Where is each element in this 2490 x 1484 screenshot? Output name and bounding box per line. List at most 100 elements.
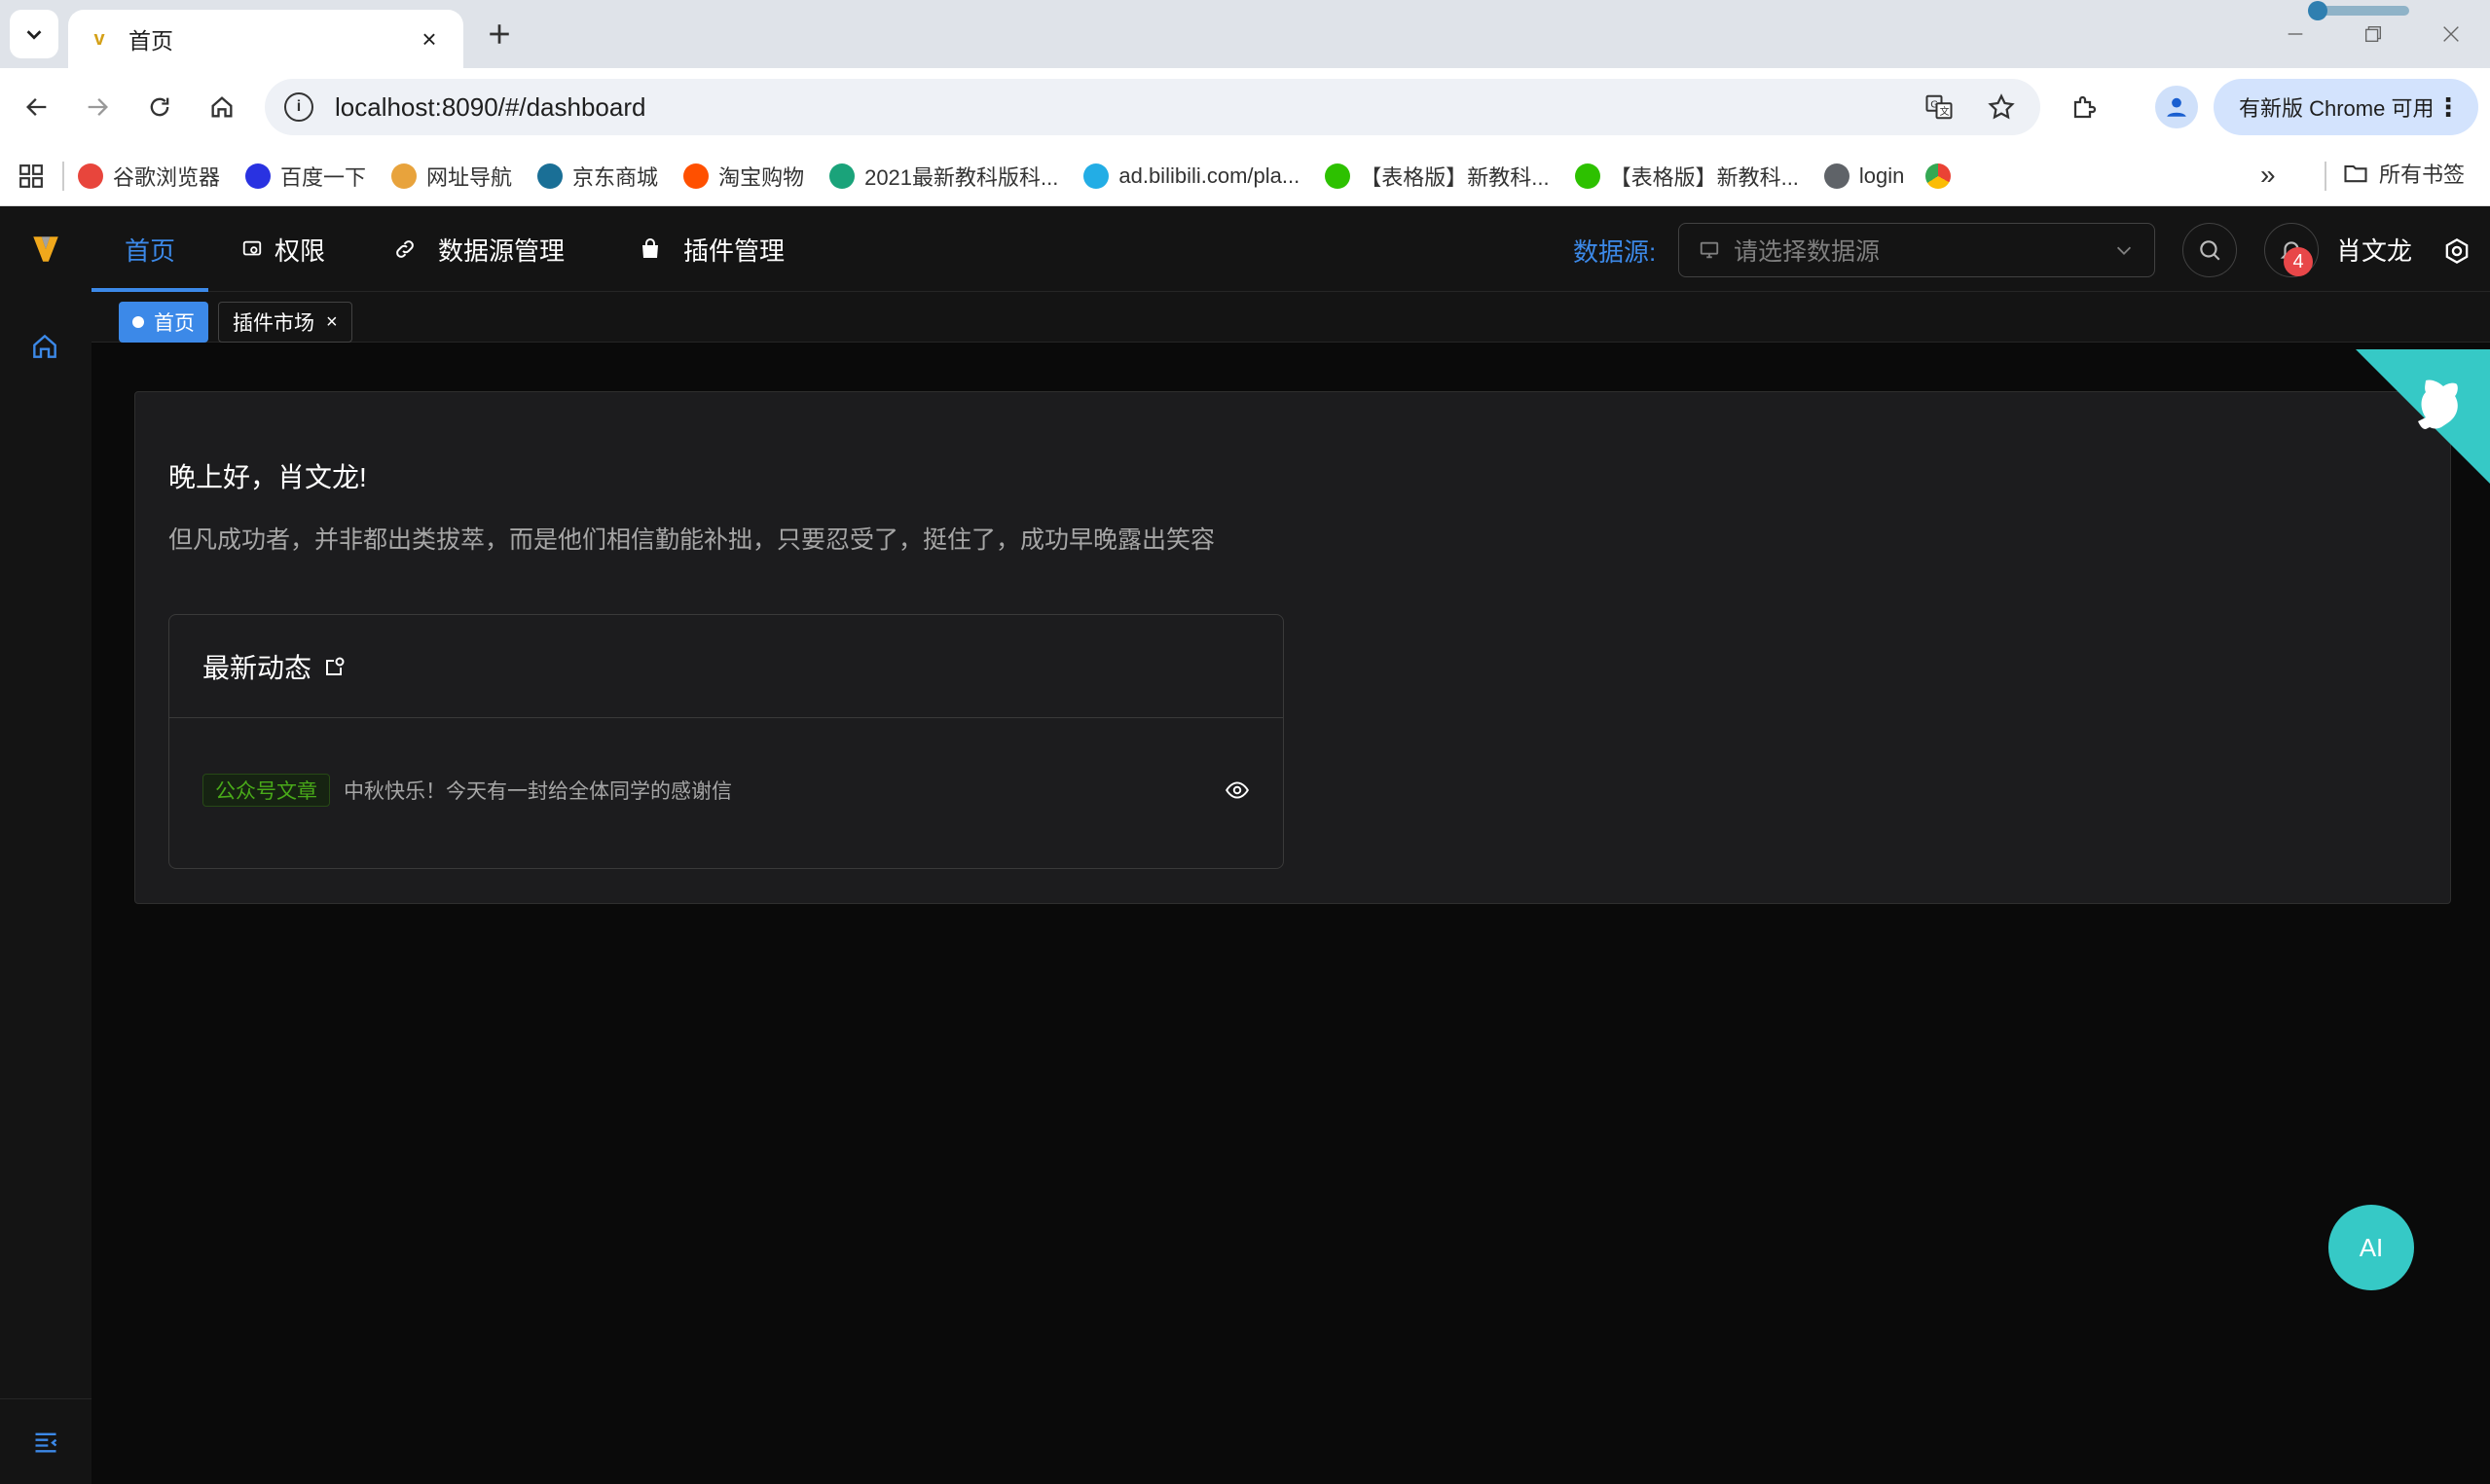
minimize-button[interactable] [2256, 0, 2334, 68]
apps-grid-icon[interactable] [0, 163, 62, 189]
bookmark-item[interactable]: 【表格版】新教科... [1325, 161, 1550, 192]
list-item[interactable]: 公众号文章 中秋快乐！今天有一封给全体同学的感谢信 [202, 771, 1250, 810]
window-controls [2256, 0, 2490, 68]
close-icon[interactable]: × [326, 311, 338, 334]
person-icon [2167, 97, 2186, 117]
chevron-down-icon [26, 30, 42, 40]
forward-button[interactable] [74, 84, 121, 130]
tab-search-button[interactable] [10, 10, 58, 58]
link-icon [393, 237, 417, 261]
menu-home[interactable]: 首页 [92, 206, 209, 292]
menu-permission[interactable]: 权限 [241, 206, 325, 292]
book-icon [829, 163, 856, 189]
datasource-select[interactable]: 请选择数据源 [1678, 223, 2155, 277]
bookmark-label: 【表格版】新教科... [1609, 164, 1799, 190]
bookmark-label: 百度一下 [280, 164, 367, 190]
bookmark-label: 淘宝购物 [718, 164, 805, 190]
bookmark-label: 谷歌浏览器 [113, 164, 221, 190]
close-window-button[interactable] [2412, 0, 2490, 68]
tab-title: 首页 [128, 28, 173, 54]
app-root: 首页 权限 数据源管理 插件管理 数据源: 请选择数据源 4 肖文龙 首页 插件… [0, 206, 2490, 1484]
search-button[interactable] [2182, 223, 2237, 277]
bookmark-item[interactable]: 网址导航 [391, 161, 512, 192]
translate-icon[interactable]: G文 [1920, 88, 1959, 127]
close-icon[interactable]: × [415, 24, 444, 54]
globe-icon [1823, 163, 1849, 189]
all-bookmarks-label: 所有书签 [2379, 163, 2466, 187]
chevron-down-icon [2116, 246, 2132, 255]
profile-avatar[interactable] [2155, 86, 2198, 128]
bookmark-item[interactable]: 百度一下 [245, 161, 366, 192]
chrome-web-store-bookmark[interactable] [1925, 163, 1960, 189]
app-favicon-icon: v [93, 27, 105, 50]
bookmarks-separator [62, 161, 64, 191]
sidebar [0, 292, 92, 1484]
extensions-button[interactable] [2062, 84, 2108, 130]
arrow-left-icon [26, 98, 47, 116]
menu-home-label: 首页 [125, 235, 176, 266]
chromium-icon [1925, 163, 1952, 189]
news-title: 最新动态 [202, 652, 312, 683]
menu-plugins[interactable]: 插件管理 [639, 206, 785, 292]
app-logo[interactable] [0, 206, 92, 292]
github-corner[interactable] [2356, 349, 2490, 486]
reload-button[interactable] [136, 84, 183, 130]
bookmark-item[interactable]: 淘宝购物 [683, 161, 804, 192]
home-button[interactable] [199, 84, 245, 130]
arrow-right-icon [88, 98, 108, 116]
back-button[interactable] [14, 84, 60, 130]
motto: 但凡成功者，并非都出类拔萃，而是他们相信勤能补拙，只要忍受了，挺住了，成功早晚露… [168, 526, 1216, 554]
news-card: 最新动态 公众号文章 中秋快乐！今天有一封给全体同学的感谢信 [168, 614, 1284, 869]
bookmark-item[interactable]: 【表格版】新教科... [1574, 161, 1799, 192]
bookmark-star-icon[interactable] [1982, 88, 2021, 127]
chrome-update-button[interactable]: 有新版 Chrome 可用 ⋮ [2214, 79, 2478, 135]
news-item-title[interactable]: 中秋快乐！今天有一封给全体同学的感谢信 [344, 776, 1225, 805]
tag-plugin-market[interactable]: 插件市场 × [218, 302, 352, 343]
datasource-label: 数据源: [1573, 237, 1657, 267]
minimize-icon [2288, 33, 2303, 35]
tags-view: 首页 插件市场 × [92, 292, 2490, 343]
tag-home[interactable]: 首页 [119, 302, 208, 343]
permission-icon [241, 238, 263, 260]
sidebar-collapse-button[interactable] [0, 1398, 92, 1484]
external-link-icon[interactable] [323, 655, 347, 678]
bookmark-list: 谷歌浏览器 百度一下 网址导航 京东商城 淘宝购物 2021最新教科版科... ad.bil… [78, 161, 1929, 192]
menu-datasource[interactable]: 数据源管理 [393, 206, 565, 292]
bookmark-item[interactable]: 谷歌浏览器 [78, 161, 220, 192]
more-vert-icon[interactable]: ⋮ [2435, 92, 2461, 123]
browser-tab-active[interactable]: v 首页 × [68, 10, 463, 68]
bookmark-item[interactable]: ad.bilibili.com/pla... [1083, 163, 1300, 189]
svg-text:文: 文 [1940, 105, 1950, 118]
wechat-icon [1574, 163, 1600, 189]
dashboard-card: 晚上好，肖文龙! 但凡成功者，并非都出类拔萃，而是他们相信勤能补拙，只要忍受了，… [134, 391, 2451, 904]
bookmarks-overflow-button[interactable]: » [2260, 160, 2276, 191]
bookmark-item[interactable]: login [1823, 163, 1904, 189]
new-tab-button[interactable] [477, 12, 522, 56]
settings-button[interactable] [2439, 234, 2474, 269]
hao-icon [391, 163, 418, 189]
tag-home-label: 首页 [154, 312, 195, 335]
datasource-placeholder: 请选择数据源 [1734, 238, 1881, 266]
user-name[interactable]: 肖文龙 [2336, 232, 2412, 268]
ai-assistant-button[interactable]: AI [2328, 1205, 2414, 1290]
home-icon [211, 96, 233, 118]
app-header: 首页 权限 数据源管理 插件管理 数据源: 请选择数据源 4 肖文龙 [0, 206, 2490, 292]
folder-icon [2344, 164, 2367, 183]
wechat-icon [1325, 163, 1351, 189]
bookmark-item[interactable]: 京东商城 [537, 161, 658, 192]
baidu-paw-icon [245, 163, 272, 189]
site-info-icon[interactable]: i [284, 92, 313, 122]
url-text[interactable]: localhost:8090/#/dashboard [335, 92, 1896, 123]
bookmark-label: 【表格版】新教科... [1360, 164, 1550, 190]
news-card-header: 最新动态 [169, 615, 1283, 718]
update-label: 有新版 Chrome 可用 [2239, 96, 2435, 121]
browser-tabstrip: v 首页 × [0, 0, 2490, 68]
address-bar[interactable]: i localhost:8090/#/dashboard G文 [265, 79, 2040, 135]
sidebar-item-home[interactable] [29, 331, 60, 367]
bookmark-label: ad.bilibili.com/pla... [1118, 163, 1300, 188]
all-bookmarks-button[interactable]: 所有书签 [2324, 158, 2466, 191]
bookmark-label: 京东商城 [572, 164, 659, 190]
restore-button[interactable] [2334, 0, 2412, 68]
bookmark-item[interactable]: 2021最新教科版科... [829, 161, 1058, 192]
eye-icon[interactable] [1225, 778, 1250, 803]
